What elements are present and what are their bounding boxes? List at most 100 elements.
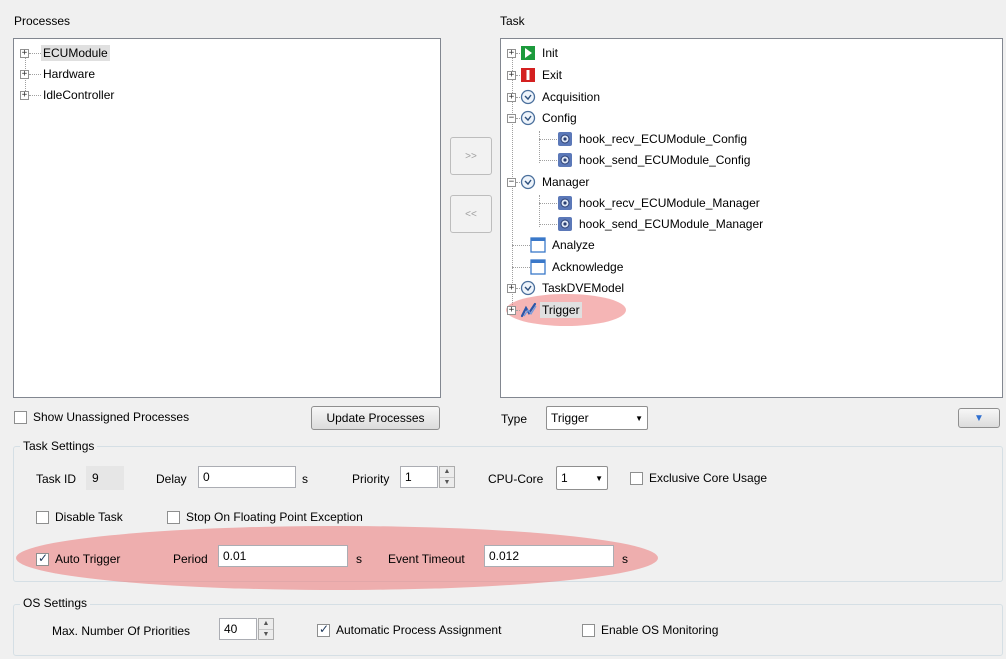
- max-priorities-stepper[interactable]: ▲ ▼: [258, 618, 274, 640]
- delay-unit: s: [302, 472, 308, 486]
- checkbox-box[interactable]: [582, 623, 595, 637]
- period-unit: s: [356, 552, 362, 566]
- cpu-core-select[interactable]: 1 ▼: [556, 466, 608, 490]
- unassign-button[interactable]: <<: [450, 195, 492, 233]
- expand-icon[interactable]: +: [507, 48, 516, 58]
- expand-icon[interactable]: +: [20, 90, 29, 100]
- processes-tree[interactable]: + ECUModule + Hardware + IdleController: [13, 38, 441, 398]
- expand-icon[interactable]: +: [507, 305, 516, 315]
- period-label: Period: [173, 552, 208, 566]
- expand-icon[interactable]: +: [20, 69, 29, 79]
- tree-item-label: Init: [542, 46, 559, 60]
- os-monitoring-checkbox[interactable]: Enable OS Monitoring: [582, 623, 718, 637]
- tree-item-label: Hardware: [43, 67, 96, 81]
- exclusive-core-label: Exclusive Core Usage: [649, 471, 768, 485]
- checkbox-box[interactable]: [630, 471, 643, 485]
- clock-icon: [520, 110, 536, 126]
- os-monitoring-label: Enable OS Monitoring: [601, 623, 719, 637]
- task-id-value: 9: [86, 466, 124, 490]
- cpu-core-value: 1: [561, 471, 568, 485]
- tree-item-label: Analyze: [552, 238, 595, 252]
- tree-item-exit[interactable]: + Exit: [507, 65, 564, 85]
- period-input[interactable]: 0.01: [218, 545, 348, 567]
- tree-item-label: hook_recv_ECUModule_Config: [579, 132, 748, 146]
- tree-item-acknowledge[interactable]: Acknowledge: [512, 257, 625, 277]
- spin-up-icon[interactable]: ▲: [440, 467, 454, 478]
- tree-item-acquisition[interactable]: + Acquisition: [507, 87, 602, 107]
- init-icon: [520, 45, 536, 61]
- auto-trigger-label: Auto Trigger: [55, 552, 121, 566]
- checkbox-box[interactable]: [317, 622, 330, 637]
- checkbox-box[interactable]: [14, 410, 27, 424]
- cpu-core-label: CPU-Core: [488, 472, 544, 486]
- tree-item-label: Config: [542, 111, 577, 125]
- hook-icon: [557, 131, 573, 147]
- clock-icon: [520, 174, 536, 190]
- chevron-down-icon: ▼: [635, 413, 643, 423]
- type-select-value: Trigger: [551, 411, 589, 425]
- expand-icon[interactable]: +: [20, 48, 29, 58]
- max-priorities-label: Max. Number Of Priorities: [52, 624, 191, 638]
- clock-icon: [520, 89, 536, 105]
- chevron-down-icon: ▼: [974, 412, 984, 424]
- spin-up-icon[interactable]: ▲: [259, 619, 273, 630]
- task-tree[interactable]: + Init + Exit + Acquisition − Config hoo…: [500, 38, 1003, 398]
- auto-assign-checkbox[interactable]: Automatic Process Assignment: [317, 622, 501, 637]
- priority-label: Priority: [352, 472, 390, 486]
- clock-icon: [520, 280, 536, 296]
- show-unassigned-checkbox[interactable]: Show Unassigned Processes: [14, 410, 189, 424]
- event-timeout-label: Event Timeout: [388, 552, 465, 566]
- expand-details-button[interactable]: ▼: [958, 408, 1000, 428]
- checkbox-box[interactable]: [167, 510, 180, 524]
- tree-item-manager[interactable]: − Manager: [507, 172, 591, 192]
- tree-item-label: Trigger: [540, 302, 582, 318]
- checkbox-box[interactable]: [36, 551, 49, 566]
- tree-item-label: hook_recv_ECUModule_Manager: [579, 196, 760, 210]
- exclusive-core-checkbox[interactable]: Exclusive Core Usage: [630, 471, 767, 485]
- tree-item-hardware[interactable]: + Hardware: [20, 64, 97, 84]
- tree-item-hook-recv-manager[interactable]: hook_recv_ECUModule_Manager: [539, 193, 762, 213]
- tree-item-label: Manager: [542, 175, 590, 189]
- delay-label: Delay: [156, 472, 187, 486]
- assign-button[interactable]: >>: [450, 137, 492, 175]
- expand-icon[interactable]: +: [507, 283, 516, 293]
- expand-icon[interactable]: +: [507, 70, 516, 80]
- os-settings-title: OS Settings: [20, 596, 91, 610]
- tree-item-label: Acknowledge: [552, 260, 624, 274]
- priority-input[interactable]: 1: [400, 466, 438, 488]
- stop-fp-checkbox[interactable]: Stop On Floating Point Exception: [167, 510, 363, 524]
- collapse-icon[interactable]: −: [507, 113, 516, 123]
- tree-item-analyze[interactable]: Analyze: [512, 235, 597, 255]
- checkbox-box[interactable]: [36, 510, 49, 524]
- tree-item-label: IdleController: [43, 88, 115, 102]
- stop-fp-label: Stop On Floating Point Exception: [186, 510, 363, 524]
- window-icon: [530, 237, 546, 253]
- max-priorities-input[interactable]: 40: [219, 618, 257, 640]
- tree-item-label: Exit: [542, 68, 563, 82]
- delay-input[interactable]: 0: [198, 466, 296, 488]
- priority-stepper[interactable]: ▲ ▼: [439, 466, 455, 488]
- tree-item-init[interactable]: + Init: [507, 43, 560, 63]
- spin-down-icon[interactable]: ▼: [440, 478, 454, 488]
- tree-item-hook-recv-config[interactable]: hook_recv_ECUModule_Config: [539, 129, 749, 149]
- task-settings-title: Task Settings: [20, 439, 98, 453]
- event-timeout-input[interactable]: 0.012: [484, 545, 614, 567]
- auto-trigger-checkbox[interactable]: Auto Trigger: [36, 551, 121, 566]
- tree-item-ecumodule[interactable]: + ECUModule: [20, 43, 110, 63]
- tree-item-hook-send-manager[interactable]: hook_send_ECUModule_Manager: [539, 214, 765, 234]
- hook-icon: [557, 195, 573, 211]
- tree-item-hook-send-config[interactable]: hook_send_ECUModule_Config: [539, 150, 752, 170]
- type-select[interactable]: Trigger ▼: [546, 406, 648, 430]
- window-icon: [530, 259, 546, 275]
- tree-item-trigger[interactable]: + Trigger: [507, 300, 582, 320]
- tree-item-idlecontroller[interactable]: + IdleController: [20, 85, 116, 105]
- spin-down-icon[interactable]: ▼: [259, 630, 273, 640]
- disable-task-checkbox[interactable]: Disable Task: [36, 510, 123, 524]
- update-processes-button[interactable]: Update Processes: [311, 406, 440, 430]
- trigger-icon: [520, 302, 537, 318]
- tree-item-config[interactable]: − Config: [507, 108, 579, 128]
- collapse-icon[interactable]: −: [507, 177, 516, 187]
- expand-icon[interactable]: +: [507, 92, 516, 102]
- disable-task-label: Disable Task: [55, 510, 123, 524]
- type-label: Type: [501, 412, 528, 426]
